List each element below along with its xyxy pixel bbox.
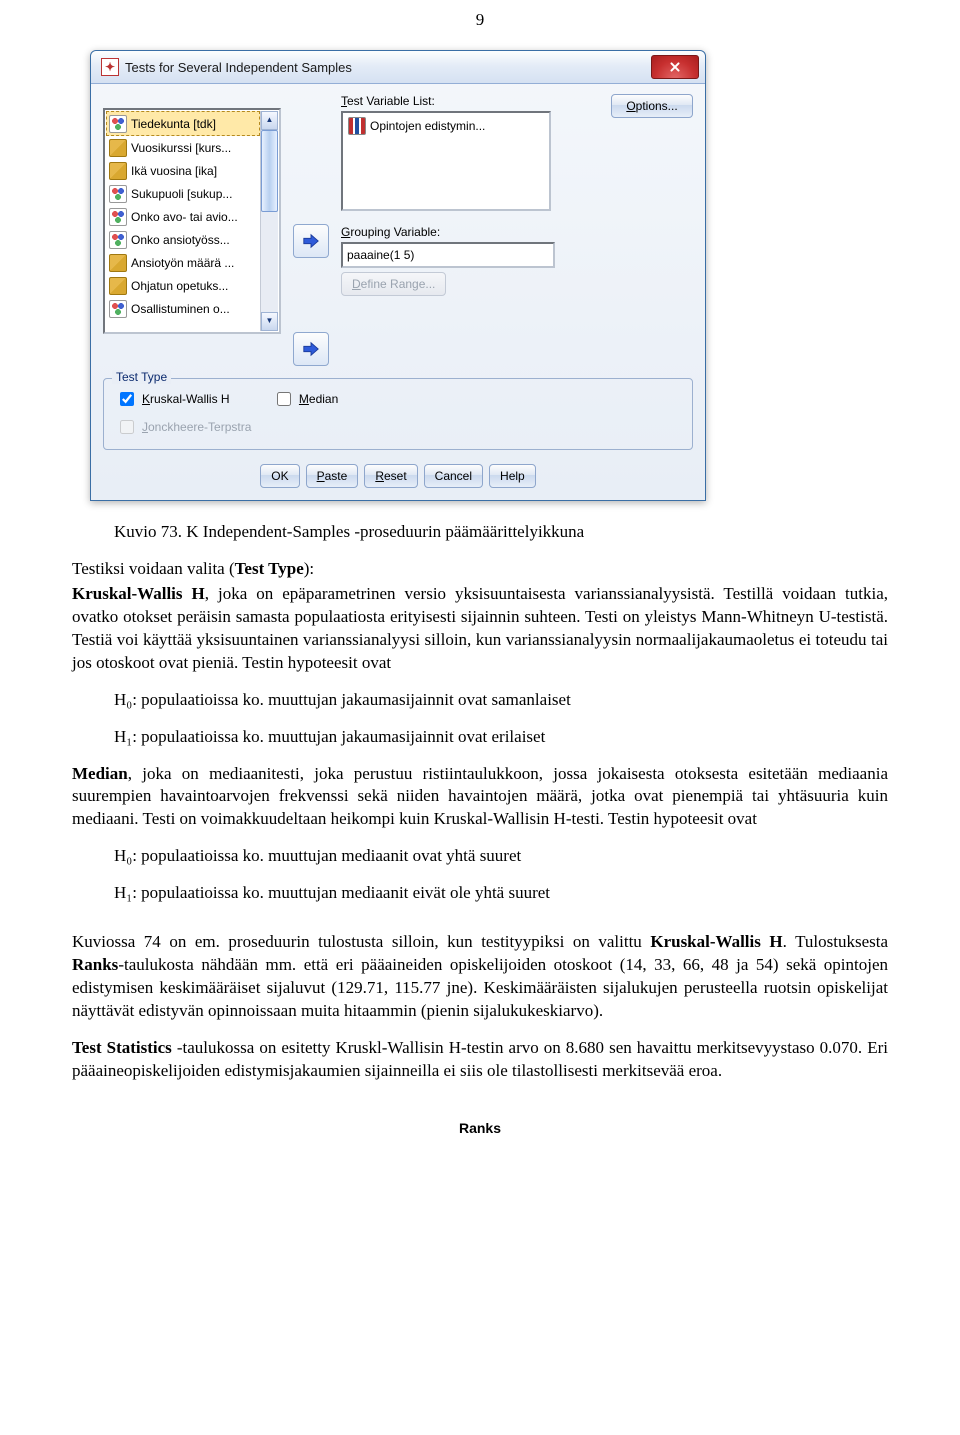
page-number: 9 — [0, 0, 960, 30]
list-item[interactable]: Tiedekunta [tdk] — [106, 111, 260, 136]
paste-button[interactable]: Paste — [306, 464, 359, 488]
jonckheere-checkbox: Jonckheere-Terpstra — [116, 417, 251, 437]
test-type-legend: Test Type — [112, 370, 171, 384]
test-variable-list[interactable]: Opintojen edistymin... — [341, 111, 551, 211]
scroll-up-icon[interactable]: ▲ — [261, 111, 278, 130]
source-variable-list[interactable]: Tiedekunta [tdk]Vuosikurssi [kurs...Ikä … — [103, 108, 281, 334]
titlebar: ✦ Tests for Several Independent Samples — [91, 51, 705, 84]
nominal-icon — [109, 231, 127, 249]
reset-button[interactable]: Reset — [364, 464, 417, 488]
nominal-icon — [109, 208, 127, 226]
list-item[interactable]: Onko avo- tai avio... — [106, 205, 260, 228]
define-range-button: Define Range... — [341, 272, 446, 296]
move-to-grouping-button[interactable] — [293, 332, 329, 366]
spss-dialog-window: ✦ Tests for Several Independent Samples … — [90, 50, 706, 501]
nominal-icon — [109, 300, 127, 318]
grouping-variable-label: Grouping Variable: — [341, 225, 593, 239]
hypothesis-h0: H₀: populaatioissa ko. muuttujan mediaan… — [72, 845, 888, 868]
hypothesis-h0: H₀: populaatioissa ko. muuttujan jakauma… — [72, 689, 888, 712]
list-item[interactable]: Onko ansiotyöss... — [106, 228, 260, 251]
list-item[interactable]: Ansiotyön määrä ... — [106, 251, 260, 274]
list-item[interactable]: Vuosikurssi [kurs... — [106, 136, 260, 159]
test-type-group: Test Type Kruskal-Wallis H Median Jonckh… — [103, 378, 693, 450]
document-text: Kuvio 73. K Independent-Samples -prosedu… — [0, 521, 960, 1178]
scale-icon — [109, 254, 127, 272]
list-item[interactable]: Ikä vuosina [ika] — [106, 159, 260, 182]
arrow-right-icon — [302, 341, 320, 357]
kruskal-wallis-checkbox[interactable]: Kruskal-Wallis H — [116, 389, 230, 409]
window-title: Tests for Several Independent Samples — [125, 60, 651, 75]
test-variable-list-label: Test Variable List: — [341, 94, 593, 108]
dialog-screenshot-container: ✦ Tests for Several Independent Samples … — [90, 50, 960, 501]
nominal-icon — [109, 185, 127, 203]
scroll-down-icon[interactable]: ▼ — [261, 312, 278, 331]
ranks-table-heading: Ranks — [72, 1119, 888, 1138]
hypothesis-h1: H₁: populaatioissa ko. muuttujan mediaan… — [72, 882, 888, 905]
figure-caption: Kuvio 73. K Independent-Samples -prosedu… — [72, 521, 888, 544]
scroll-thumb[interactable] — [261, 130, 278, 212]
median-checkbox[interactable]: Median — [273, 389, 338, 409]
scale-icon — [109, 162, 127, 180]
dialog-button-row: OK Paste Reset Cancel Help — [103, 464, 693, 494]
list-item[interactable]: Osallistuminen o... — [106, 297, 260, 320]
arrow-right-icon — [302, 233, 320, 249]
ok-button[interactable]: OK — [260, 464, 299, 488]
scale-icon — [109, 139, 127, 157]
cancel-button[interactable]: Cancel — [424, 464, 483, 488]
bar-chart-icon — [348, 117, 366, 135]
list-item[interactable]: Ohjatun opetuks... — [106, 274, 260, 297]
close-button[interactable] — [651, 55, 699, 79]
nominal-icon — [109, 115, 127, 133]
help-button[interactable]: Help — [489, 464, 536, 488]
options-button[interactable]: Options... — [611, 94, 693, 118]
list-item[interactable]: Sukupuoli [sukup... — [106, 182, 260, 205]
move-to-test-list-button[interactable] — [293, 224, 329, 258]
scale-icon — [109, 277, 127, 295]
scrollbar[interactable]: ▲ ▼ — [260, 111, 278, 331]
grouping-variable-field[interactable]: paaaine(1 5) — [341, 242, 555, 268]
list-item: Opintojen edistymin... — [370, 119, 485, 133]
hypothesis-h1: H₁: populaatioissa ko. muuttujan jakauma… — [72, 726, 888, 749]
app-icon: ✦ — [101, 58, 119, 76]
